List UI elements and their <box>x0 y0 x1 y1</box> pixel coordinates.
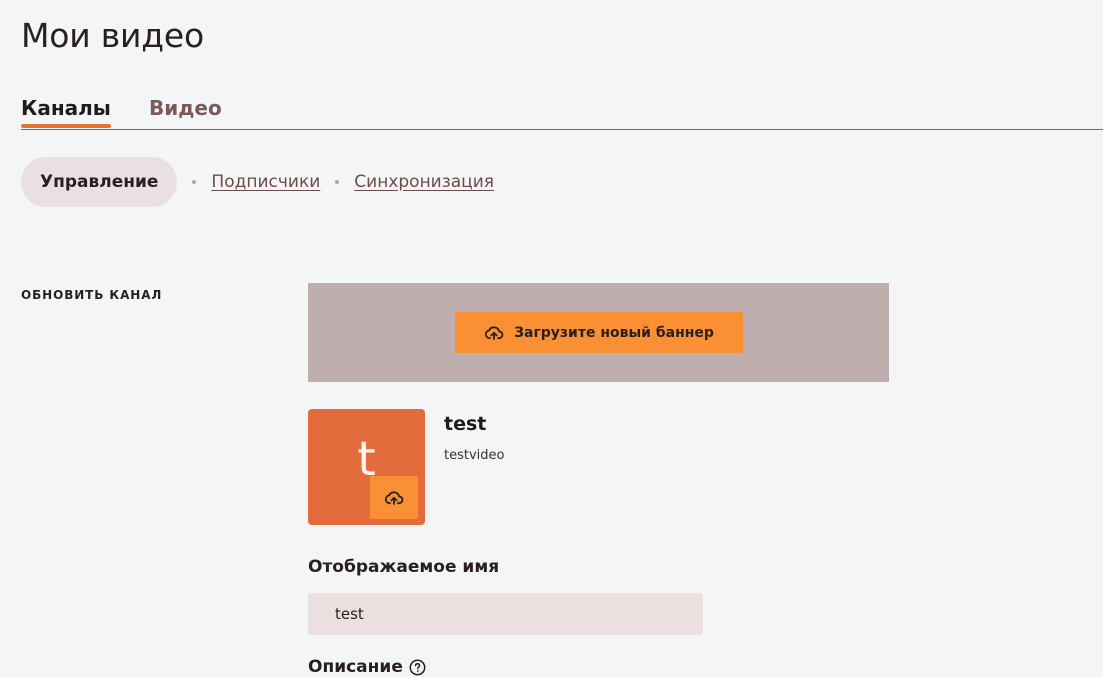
channel-name: test <box>444 413 487 435</box>
upload-banner-label: Загрузите новый баннер <box>514 324 714 341</box>
question-circle-icon[interactable] <box>409 659 426 676</box>
display-name-label: Отображаемое имя <box>308 557 500 577</box>
subnav-item-sync[interactable]: Синхронизация <box>354 172 494 192</box>
main-tabs: Каналы Видео <box>21 96 1103 130</box>
section-label-update-channel: ОБНОВИТЬ КАНАЛ <box>21 288 163 302</box>
channel-banner: Загрузите новый баннер <box>308 283 889 382</box>
avatar-upload-button[interactable] <box>370 476 418 519</box>
page-title: Мои видео <box>21 16 205 55</box>
subnav-separator <box>192 180 197 184</box>
subnav-separator <box>335 180 340 184</box>
cloud-upload-icon <box>384 490 404 506</box>
description-label: Описание <box>308 657 403 677</box>
subnav-item-subscribers[interactable]: Подписчики <box>211 172 320 192</box>
description-label-row: Описание <box>308 657 426 677</box>
tab-channels[interactable]: Каналы <box>21 96 111 128</box>
channel-avatar: t <box>308 409 425 525</box>
cloud-upload-icon <box>484 325 504 341</box>
display-name-input[interactable] <box>308 593 703 635</box>
upload-banner-button[interactable]: Загрузите новый баннер <box>455 312 743 353</box>
tab-videos[interactable]: Видео <box>149 96 222 120</box>
channel-subnav: Управление Подписчики Синхронизация <box>21 157 494 207</box>
channel-handle: testvideo <box>444 448 505 463</box>
subnav-item-manage[interactable]: Управление <box>21 157 178 207</box>
